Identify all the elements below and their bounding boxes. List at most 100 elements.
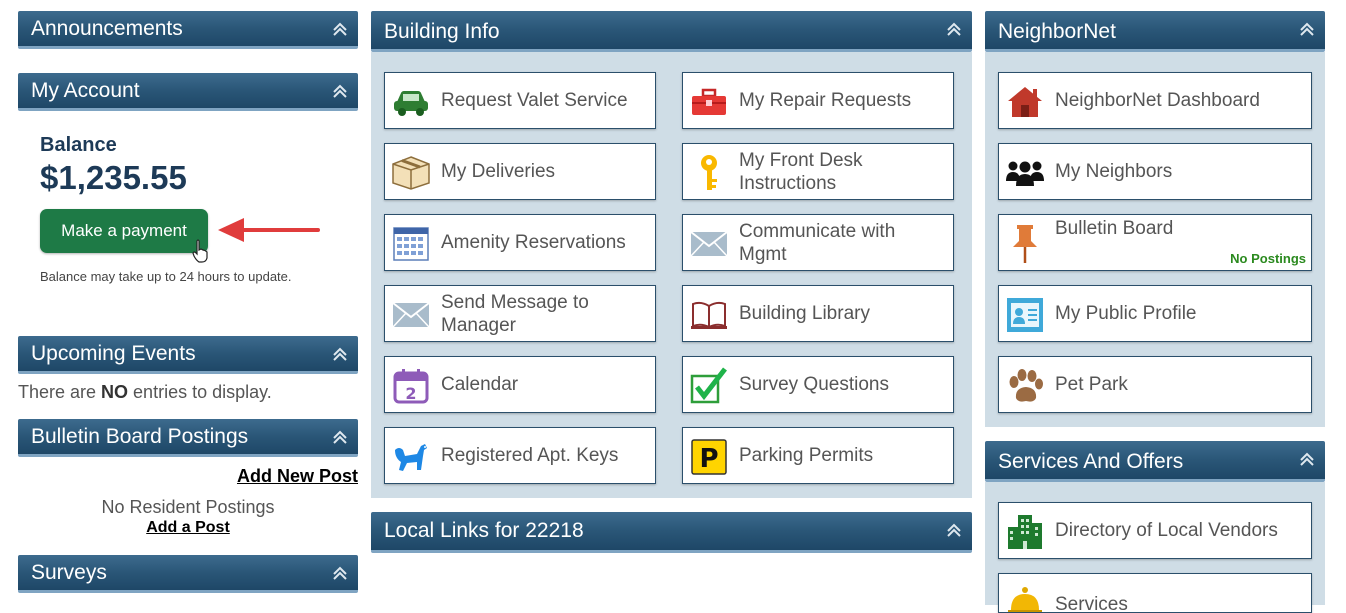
account-body: Balance $1,235.55 Make a payment Balance… <box>18 111 358 336</box>
balance-value: $1,235.55 <box>40 159 187 196</box>
tile-label: My Neighbors <box>1055 161 1173 182</box>
tile-label: Communicate with Mgmt <box>739 220 896 265</box>
tile-communicate-mgmt[interactable]: Communicate with Mgmt <box>682 214 954 271</box>
collapse-icon[interactable] <box>332 429 348 445</box>
my-account-title: My Account <box>31 79 140 102</box>
upcoming-events-title: Upcoming Events <box>31 342 196 365</box>
building-info-header[interactable]: Building Info <box>371 11 972 52</box>
calendar-icon: 2 <box>391 369 431 404</box>
tile-label: Registered Apt. Keys <box>441 445 619 466</box>
tile-registered-keys[interactable]: Registered Apt. Keys <box>384 427 656 484</box>
tile-label: Calendar <box>441 374 519 395</box>
right-column: NeighborNet NeighborNet Dashboard My Nei… <box>985 11 1325 613</box>
neighbornet-grid: NeighborNet Dashboard My Neighbors Bulle… <box>985 52 1325 427</box>
tile-label: Directory of Local Vendors <box>1055 520 1278 541</box>
tile-amenity-reservations[interactable]: Amenity Reservations <box>384 214 656 271</box>
dog-icon <box>391 440 431 474</box>
parking-icon: P <box>689 439 729 475</box>
package-icon <box>391 156 431 190</box>
collapse-icon[interactable] <box>332 83 348 99</box>
tile-send-message[interactable]: Send Message to Manager <box>384 285 656 342</box>
tile-label: My Repair Requests <box>739 90 912 111</box>
tile-services[interactable]: Services <box>998 573 1312 613</box>
building-info-grid: Request Valet Service My Repair Requests… <box>371 52 972 498</box>
collapse-icon[interactable] <box>332 565 348 581</box>
collapse-icon[interactable] <box>1299 451 1315 467</box>
checkmark-icon <box>689 367 729 404</box>
tile-label: Building Library <box>739 303 870 324</box>
events-empty-text: There are NO entries to display. <box>18 382 272 402</box>
tile-calendar[interactable]: 2 Calendar <box>384 356 656 413</box>
tile-label: Survey Questions <box>739 374 889 395</box>
envelope-icon <box>689 227 729 261</box>
tile-my-deliveries[interactable]: My Deliveries <box>384 143 656 200</box>
tile-my-neighbors[interactable]: My Neighbors <box>998 143 1312 200</box>
services-grid: Directory of Local Vendors Services <box>985 482 1325 613</box>
car-icon <box>391 85 431 119</box>
tile-public-profile[interactable]: My Public Profile <box>998 285 1312 342</box>
tile-label: NeighborNet Dashboard <box>1055 90 1260 111</box>
tile-neighbornet-dashboard[interactable]: NeighborNet Dashboard <box>998 72 1312 129</box>
tile-label: Amenity Reservations <box>441 232 626 253</box>
announcements-header[interactable]: Announcements <box>18 11 358 49</box>
tile-bulletin-board[interactable]: Bulletin Board No Postings <box>998 214 1312 271</box>
collapse-icon[interactable] <box>946 21 962 37</box>
surveys-title: Surveys <box>31 561 107 584</box>
calendar-day-number: 2 <box>405 384 416 403</box>
tile-label: My Public Profile <box>1055 303 1197 324</box>
left-column: Announcements My Account Balance $1,235.… <box>18 11 358 593</box>
bell-icon <box>1005 584 1045 612</box>
announcements-title: Announcements <box>31 17 183 40</box>
tile-label: My Deliveries <box>441 161 556 182</box>
tile-building-library[interactable]: Building Library <box>682 285 954 342</box>
collapse-icon[interactable] <box>1299 21 1315 37</box>
pushpin-icon <box>1005 225 1045 263</box>
envelope-icon <box>391 298 431 332</box>
make-payment-button[interactable]: Make a payment <box>40 209 208 253</box>
tile-label: My Front Desk Instructions <box>739 149 863 194</box>
services-title: Services And Offers <box>998 450 1184 473</box>
upcoming-events-header[interactable]: Upcoming Events <box>18 336 358 374</box>
tile-label: Send Message to Manager <box>441 291 589 336</box>
bulletin-postings-header[interactable]: Bulletin Board Postings <box>18 419 358 457</box>
tile-pet-park[interactable]: Pet Park <box>998 356 1312 413</box>
toolbox-icon <box>689 85 729 119</box>
tile-label: Pet Park <box>1055 374 1128 395</box>
tile-request-valet[interactable]: Request Valet Service <box>384 72 656 129</box>
balance-note: Balance may take up to 24 hours to updat… <box>40 269 292 284</box>
tile-repair-requests[interactable]: My Repair Requests <box>682 72 954 129</box>
tile-front-desk[interactable]: My Front Desk Instructions <box>682 143 954 200</box>
tile-survey-questions[interactable]: Survey Questions <box>682 356 954 413</box>
profile-card-icon <box>1005 298 1045 332</box>
add-a-post-link[interactable]: Add a Post <box>146 519 230 536</box>
building-info-title: Building Info <box>384 20 500 43</box>
collapse-icon[interactable] <box>946 522 962 538</box>
arrow-icon <box>218 213 322 252</box>
local-links-header[interactable]: Local Links for 22218 <box>371 512 972 553</box>
local-links-title: Local Links for 22218 <box>384 519 584 542</box>
house-icon <box>1005 85 1045 119</box>
surveys-header[interactable]: Surveys <box>18 555 358 593</box>
services-header[interactable]: Services And Offers <box>985 441 1325 482</box>
middle-column: Building Info Request Valet Service My R… <box>371 11 972 553</box>
building-icon <box>1005 515 1045 549</box>
tile-label: Parking Permits <box>739 445 874 466</box>
no-postings-text: No Resident Postings <box>101 497 275 517</box>
add-new-post-link[interactable]: Add New Post <box>237 466 358 487</box>
tile-parking-permits[interactable]: P Parking Permits <box>682 427 954 484</box>
neighbornet-header[interactable]: NeighborNet <box>985 11 1325 52</box>
no-postings-badge: No Postings <box>1230 251 1306 266</box>
tile-label: Services <box>1055 594 1128 613</box>
bulletin-body: Add New Post No Resident Postings Add a … <box>18 457 358 557</box>
balance-label: Balance <box>40 134 117 156</box>
parking-letter: P <box>699 444 718 474</box>
tile-label: Request Valet Service <box>441 90 628 111</box>
book-icon <box>689 298 729 332</box>
collapse-icon[interactable] <box>332 346 348 362</box>
people-icon <box>1005 156 1045 190</box>
tile-local-vendors[interactable]: Directory of Local Vendors <box>998 502 1312 559</box>
collapse-icon[interactable] <box>332 21 348 37</box>
neighbornet-title: NeighborNet <box>998 20 1116 43</box>
bulletin-postings-title: Bulletin Board Postings <box>31 425 249 448</box>
my-account-header[interactable]: My Account <box>18 73 358 111</box>
